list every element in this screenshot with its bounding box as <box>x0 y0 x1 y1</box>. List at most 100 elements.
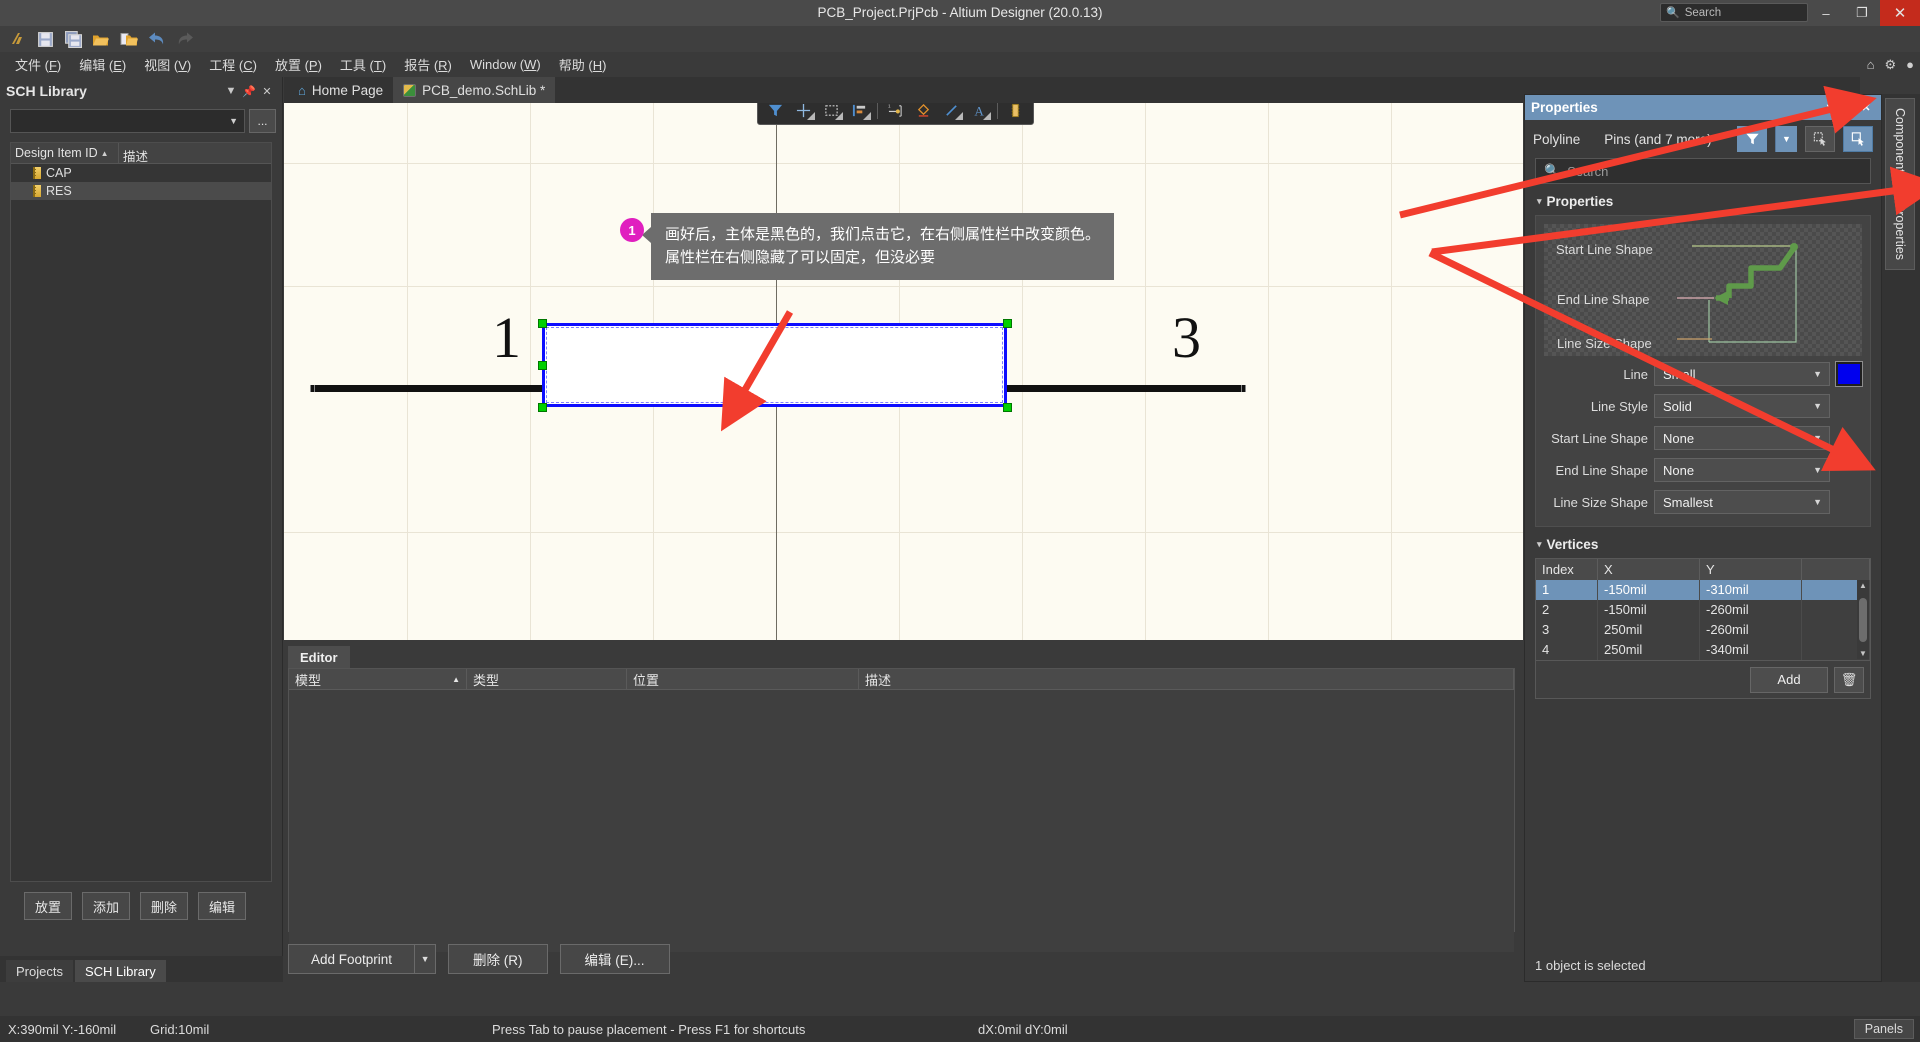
column-type[interactable]: 类型 <box>467 669 627 689</box>
scroll-up-icon[interactable]: ▲ <box>1859 581 1867 590</box>
menu-view[interactable]: 视图 (V) <box>135 52 200 77</box>
properties-search-input[interactable]: 🔍 Search <box>1535 158 1871 184</box>
list-item[interactable]: RES <box>11 182 271 200</box>
model-table-body[interactable] <box>289 690 1514 952</box>
section-properties-header[interactable]: ▾ Properties <box>1525 184 1881 215</box>
redo-icon[interactable] <box>172 28 198 50</box>
select-similar-button[interactable] <box>1805 126 1835 152</box>
column-location[interactable]: 位置 <box>627 669 859 689</box>
cell-y[interactable]: -260mil <box>1700 620 1802 640</box>
select-all-button[interactable] <box>1843 126 1873 152</box>
menu-project[interactable]: 工程 (C) <box>200 52 266 77</box>
column-index[interactable]: Index <box>1536 559 1598 580</box>
column-design-item-id[interactable]: Design Item ID ▲ <box>11 143 119 163</box>
menu-place[interactable]: 放置 (P) <box>266 52 331 77</box>
table-row[interactable]: 2 -150mil -260mil <box>1536 600 1870 620</box>
place-text-icon[interactable]: A <box>966 103 993 122</box>
altium-logo-icon[interactable] <box>4 28 30 50</box>
home-icon[interactable]: ⌂ <box>1867 57 1875 72</box>
menu-edit[interactable]: 编辑 (E) <box>70 52 135 77</box>
scroll-down-icon[interactable]: ▼ <box>1859 649 1867 658</box>
line-width-select[interactable]: Small ▼ <box>1654 362 1830 386</box>
line-size-shape-select[interactable]: Smallest ▼ <box>1654 490 1830 514</box>
list-item[interactable]: CAP <box>11 164 271 182</box>
menu-window[interactable]: Window (W) <box>461 54 550 75</box>
edit-model-button[interactable]: 编辑 (E)... <box>559 944 670 974</box>
chevron-down-icon[interactable]: ▼ <box>222 85 240 97</box>
pin-right[interactable] <box>1006 385 1244 392</box>
rectangle-select-icon[interactable] <box>818 103 845 122</box>
crosshair-place-icon[interactable] <box>790 103 817 122</box>
panels-button[interactable]: Panels <box>1853 1019 1914 1039</box>
cell-y[interactable]: -340mil <box>1700 640 1802 660</box>
line-color-swatch[interactable] <box>1835 361 1863 387</box>
add-footprint-button[interactable]: Add Footprint <box>288 944 415 974</box>
tab-home-page[interactable]: ⌂ Home Page <box>288 77 393 103</box>
tab-editor[interactable]: Editor <box>288 646 350 668</box>
close-icon[interactable]: ✕ <box>258 85 276 98</box>
column-description[interactable]: 描述 <box>859 669 1514 689</box>
selection-handle[interactable] <box>1003 403 1012 412</box>
chevron-down-icon[interactable]: ▼ <box>1775 126 1797 152</box>
tab-properties[interactable]: Properties <box>1885 192 1915 270</box>
cell-y[interactable]: -310mil <box>1700 580 1802 600</box>
filter-button[interactable] <box>1737 126 1767 152</box>
align-icon[interactable] <box>846 103 873 122</box>
place-pin-icon[interactable]: 1 <box>882 103 909 122</box>
save-all-icon[interactable] <box>60 28 86 50</box>
tab-sch-library[interactable]: SCH Library <box>74 960 166 982</box>
pin-icon[interactable]: 📌 <box>240 85 258 98</box>
menu-file[interactable]: 文件 (F) <box>6 52 70 77</box>
cell-x[interactable]: -150mil <box>1598 600 1700 620</box>
library-select[interactable]: ▼ <box>10 109 245 133</box>
chevron-down-icon[interactable]: ▼ <box>1821 102 1839 114</box>
open-project-icon[interactable] <box>116 28 142 50</box>
table-row[interactable]: 4 250mil -340mil <box>1536 640 1870 660</box>
selection-handle[interactable] <box>538 403 547 412</box>
chevron-down-icon[interactable]: ▼ <box>414 944 437 974</box>
close-button[interactable]: ✕ <box>1880 0 1920 26</box>
delete-model-button[interactable]: 删除 (R) <box>448 944 548 974</box>
global-search-input[interactable]: 🔍 Search <box>1660 3 1808 22</box>
column-description[interactable]: 描述 <box>119 143 271 164</box>
place-button[interactable]: 放置 <box>24 892 73 920</box>
edit-button[interactable]: 编辑 <box>198 892 247 920</box>
cell-x[interactable]: -150mil <box>1598 580 1700 600</box>
symbol-body-rectangle[interactable] <box>542 323 1007 407</box>
add-vertex-button[interactable]: Add <box>1750 666 1828 693</box>
open-icon[interactable] <box>88 28 114 50</box>
cell-y[interactable]: -260mil <box>1700 600 1802 620</box>
tab-projects[interactable]: Projects <box>6 960 73 982</box>
place-line-icon[interactable] <box>938 103 965 122</box>
pin-left[interactable] <box>312 385 543 392</box>
table-row[interactable]: 1 -150mil -310mil <box>1536 580 1870 600</box>
schematic-canvas[interactable]: 1 A 1 3 1 画好后，主体是黑色的，我们点击它，在右侧属性栏中改变颜色。 … <box>284 103 1523 640</box>
end-line-shape-select[interactable]: None ▼ <box>1654 458 1830 482</box>
cell-x[interactable]: 250mil <box>1598 620 1700 640</box>
menu-tools[interactable]: 工具 (T) <box>331 52 395 77</box>
place-polygon-icon[interactable] <box>910 103 937 122</box>
selection-handle[interactable] <box>538 361 547 370</box>
vertices-scrollbar[interactable]: ▲ ▼ <box>1857 580 1869 659</box>
gear-icon[interactable]: ⚙ <box>1884 57 1896 73</box>
line-style-select[interactable]: Solid ▼ <box>1654 394 1830 418</box>
add-button[interactable]: 添加 <box>82 892 131 920</box>
menu-help[interactable]: 帮助 (H) <box>550 52 616 77</box>
place-component-icon[interactable] <box>1002 103 1029 122</box>
undo-icon[interactable] <box>144 28 170 50</box>
tab-pcb-demo-schlib[interactable]: PCB_demo.SchLib * <box>393 77 556 103</box>
selection-handle[interactable] <box>538 319 547 328</box>
column-model[interactable]: 模型 ▲ <box>289 669 467 689</box>
table-row[interactable]: 3 250mil -260mil <box>1536 620 1870 640</box>
selection-handle[interactable] <box>1003 319 1012 328</box>
close-icon[interactable]: ✕ <box>1857 101 1875 114</box>
trash-icon[interactable]: 🗑 <box>1834 666 1864 693</box>
pin-icon[interactable]: 📌 <box>1839 101 1857 114</box>
delete-button[interactable]: 删除 <box>140 892 189 920</box>
tab-components[interactable]: Components <box>1885 98 1915 189</box>
maximize-button[interactable]: ❐ <box>1844 0 1880 26</box>
save-icon[interactable] <box>32 28 58 50</box>
menu-reports[interactable]: 报告 (R) <box>395 52 461 77</box>
library-options-button[interactable]: ... <box>249 109 276 133</box>
scrollbar-thumb[interactable] <box>1859 597 1867 642</box>
